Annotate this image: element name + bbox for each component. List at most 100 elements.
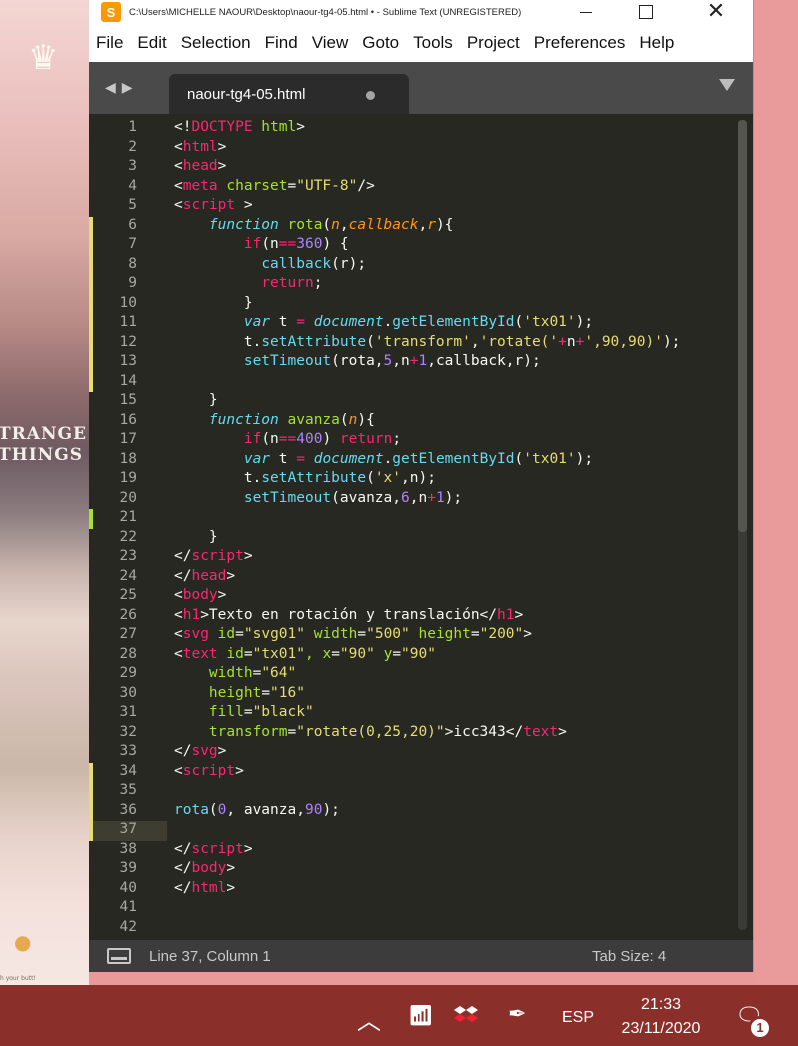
code-token: ,	[339, 216, 349, 233]
line-number: 37	[119, 821, 137, 837]
code-token: }	[174, 528, 218, 545]
menu-edit[interactable]: Edit	[137, 33, 166, 53]
code-token: script	[191, 840, 244, 857]
code-token: }	[174, 294, 253, 311]
code-token: rota	[174, 801, 209, 818]
maximize-button[interactable]	[623, 0, 669, 24]
menu-find[interactable]: Find	[265, 33, 298, 53]
code-token: (r);	[331, 255, 367, 272]
line-number: 25	[119, 587, 137, 603]
code-line: function rota(n,callback,r){	[174, 217, 453, 237]
line-number: 31	[119, 704, 137, 720]
code-token: (	[514, 314, 524, 330]
menu-help[interactable]: Help	[639, 33, 674, 53]
desktop-wallpaper-left: ♛ TRANGE THINGS ● h your butt!	[0, 0, 89, 985]
vertical-scrollbar[interactable]	[738, 120, 747, 930]
code-token: </	[174, 879, 192, 896]
dropbox-icon[interactable]	[454, 1005, 478, 1025]
code-line: <head>	[174, 158, 226, 178]
menu-bar: File Edit Selection Find View Goto Tools…	[89, 24, 753, 62]
line-number: 2	[128, 138, 137, 155]
line-number: 32	[119, 723, 137, 740]
code-token: 'tx01'	[523, 450, 576, 467]
code-token: "64"	[261, 665, 297, 681]
code-token: =	[392, 645, 402, 662]
code-token: =	[252, 665, 262, 681]
show-hidden-icons-icon[interactable]: ︿	[357, 1001, 381, 1036]
code-token: html	[252, 119, 297, 135]
code-token: >	[243, 840, 253, 857]
panel-toggle-icon[interactable]	[107, 948, 131, 964]
line-number: 42	[119, 918, 137, 935]
code-token: body	[191, 860, 227, 876]
line-number: 21	[119, 509, 137, 525]
code-token: head	[182, 158, 218, 174]
git-change-marker	[89, 216, 93, 236]
menu-goto[interactable]: Goto	[362, 33, 399, 53]
git-change-marker	[89, 821, 93, 841]
code-token: >icc343</	[444, 723, 524, 740]
code-line: <h1>Texto en rotación y translación</h1>	[174, 607, 523, 627]
menu-project[interactable]: Project	[467, 33, 520, 53]
pen-icon[interactable]: ✒	[508, 1001, 526, 1027]
code-line: </head>	[174, 568, 235, 588]
tab-nav-arrows-icon[interactable]: ◀▶	[105, 80, 139, 96]
wallpaper-text-line2: THINGS	[0, 445, 83, 465]
tab-size[interactable]: Tab Size: 4	[592, 948, 666, 965]
clock[interactable]: 21:33 23/11/2020	[612, 993, 710, 1041]
code-token: =	[470, 626, 480, 642]
scrollbar-thumb[interactable]	[738, 120, 747, 532]
title-bar[interactable]: S C:\Users\MICHELLE NAOUR\Desktop\naour-…	[89, 0, 753, 24]
code-token: "90"	[401, 645, 436, 662]
close-button[interactable]: ✕	[693, 0, 739, 24]
code-token: , avanza,	[226, 801, 305, 818]
code-token: charset	[217, 177, 288, 194]
code-token: getElementById	[392, 314, 515, 330]
code-token: function	[208, 411, 279, 428]
code-token: n	[331, 216, 340, 233]
menu-tools[interactable]: Tools	[413, 33, 453, 53]
code-token: .	[383, 314, 393, 330]
close-icon: ✕	[706, 0, 726, 24]
menu-selection[interactable]: Selection	[181, 33, 251, 53]
code-token: 1	[435, 489, 445, 506]
menu-view[interactable]: View	[312, 33, 349, 53]
tab-dropdown-icon[interactable]	[719, 79, 735, 91]
code-token: =	[261, 684, 271, 701]
menu-preferences[interactable]: Preferences	[534, 33, 626, 53]
input-language[interactable]: ESP	[562, 1009, 594, 1027]
code-token: width	[304, 626, 358, 642]
code-token: .	[383, 450, 393, 467]
code-token: <!	[174, 119, 192, 135]
code-token: n	[566, 333, 576, 350]
code-token: </	[174, 548, 192, 564]
menu-file[interactable]: File	[96, 33, 123, 53]
tab-naour-tg4-05[interactable]: naour-tg4-05.html	[169, 74, 409, 114]
code-token: transform	[208, 723, 288, 740]
cursor-position[interactable]: Line 37, Column 1	[149, 948, 271, 965]
code-token: "svg01"	[243, 626, 305, 642]
code-token: meta	[182, 177, 218, 194]
code-token: (n	[261, 431, 279, 447]
code-line: transform="rotate(0,25,20)">icc343</text…	[174, 724, 567, 744]
code-token: =	[243, 645, 253, 662]
minimize-button[interactable]	[563, 0, 609, 24]
git-change-marker	[89, 255, 93, 275]
line-number: 35	[119, 782, 137, 798]
code-line: </html>	[174, 880, 235, 900]
wifi-icon[interactable]: 📶︎	[408, 1003, 433, 1028]
unsaved-dot-icon[interactable]	[366, 91, 375, 100]
code-line: var t = document.getElementById('tx01');	[174, 314, 593, 334]
code-editor[interactable]: 1 2 3 4 5 6 7 8 9 10 11 12 13 14 15 16 17 18 19 20 21 22 23 24 2…	[89, 114, 753, 940]
code-token: svg	[191, 743, 218, 759]
code-token: , x	[304, 645, 332, 662]
